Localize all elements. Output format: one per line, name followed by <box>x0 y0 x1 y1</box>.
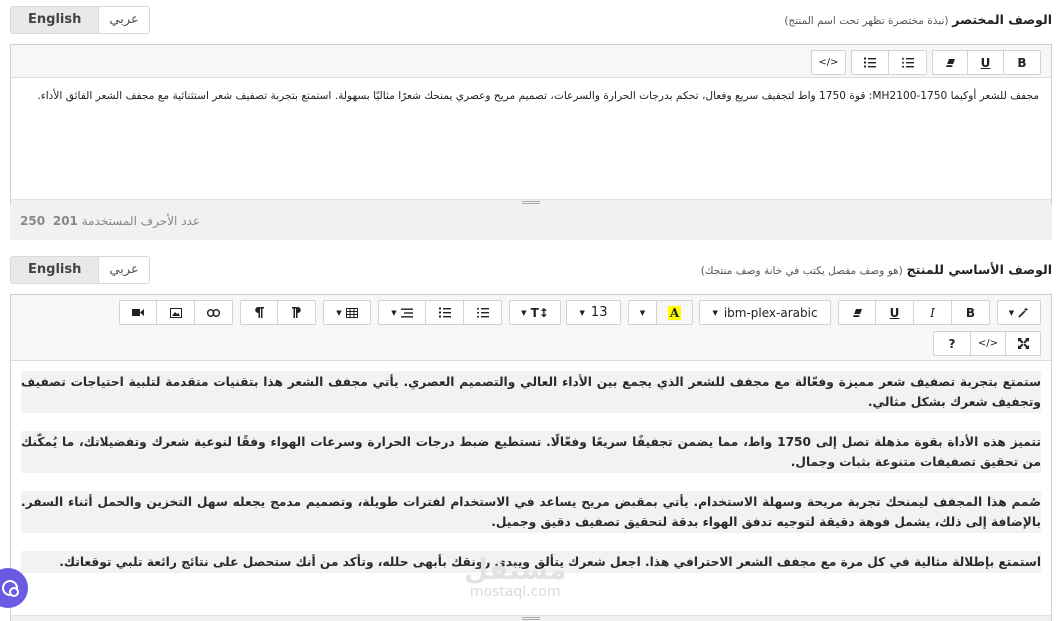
help-icon: ? <box>948 336 956 351</box>
floating-chat-button[interactable] <box>0 568 28 608</box>
magic-style-dropdown[interactable]: ▼ <box>997 300 1041 325</box>
align-icon <box>400 308 413 317</box>
insert-image-button[interactable] <box>157 300 195 325</box>
field-hint: (هو وصف مفصل يكتب في خانة وصف منتجك) <box>700 265 903 277</box>
grip-icon <box>522 617 540 620</box>
lang-arabic-tab[interactable]: عربي <box>99 257 148 283</box>
field-hint: (نبذة مختصرة تظهر تحت اسم المنتج) <box>784 15 949 27</box>
paragraph: ستمتع بتجربة تصفيف شعر مميزة وفعّالة مع … <box>21 371 1041 413</box>
table-icon <box>345 307 358 318</box>
font-color-icon: A <box>667 305 682 320</box>
character-counter: عدد الأحرف المستخدمة 201 250 <box>10 204 1052 240</box>
underline-button[interactable]: U <box>968 50 1004 75</box>
unordered-list-button[interactable] <box>889 50 927 75</box>
underline-icon: U <box>980 55 991 70</box>
short-description-editor: </> U B مجفف للشعر أوكيما 1750-MH2100: ق… <box>10 44 1052 206</box>
bold-icon: B <box>1017 55 1027 70</box>
watermark-logo: مستقل <box>464 553 567 586</box>
italic-button[interactable]: I <box>914 300 952 325</box>
unordered-list-button[interactable] <box>464 300 502 325</box>
paragraph: تتميز هذه الأداة بقوة مذهلة تصل إلى 1750… <box>21 431 1041 473</box>
font-size-value: 13 <box>590 305 608 320</box>
ordered-list-button[interactable] <box>851 50 889 75</box>
clear-format-button[interactable] <box>838 300 876 325</box>
short-description-section: English عربي الوصف المختصر (نبذة مختصرة … <box>10 6 1052 246</box>
field-title: الوصف الأساسي للمنتج <box>906 262 1052 277</box>
resize-handle[interactable] <box>11 615 1051 621</box>
fullscreen-icon <box>1017 338 1029 349</box>
paragraph-ltr-icon <box>255 307 264 318</box>
field-label: الوصف الأساسي للمنتج (هو وصف مفصل يكتب ف… <box>701 262 1052 277</box>
fullscreen-button[interactable] <box>1006 331 1041 356</box>
lang-english-tab[interactable]: English <box>11 257 100 283</box>
link-icon <box>207 308 220 317</box>
caret-down-icon: ▼ <box>712 308 718 317</box>
font-family-value: ibm-plex-arabic <box>723 305 818 320</box>
underline-icon: U <box>889 305 900 320</box>
text-direction-ltr-button[interactable] <box>240 300 278 325</box>
field-label: الوصف المختصر (نبذة مختصرة تظهر تحت اسم … <box>784 12 1052 27</box>
table-dropdown[interactable]: ▼ <box>323 300 371 325</box>
editor-text: مجفف للشعر أوكيما 1750-MH2100: قوة 1750 … <box>37 90 1039 102</box>
caret-down-icon: ▼ <box>1008 308 1015 317</box>
help-button[interactable]: ? <box>933 331 971 356</box>
font-color-button[interactable]: A <box>657 300 693 325</box>
editor-toolbar: ▼ ▼ ▼ T↕ ▼ 13 ▼ A ▼ ibm-plex-arabic U I … <box>11 295 1051 361</box>
text-height-icon: T↕ <box>530 305 549 320</box>
counter-label: عدد الأحرف المستخدمة 201 <box>53 214 200 228</box>
main-description-header: English عربي الوصف الأساسي للمنتج (هو وص… <box>10 256 1052 284</box>
counter-text: عدد الأحرف المستخدمة <box>81 214 200 228</box>
field-title: الوصف المختصر <box>952 12 1052 27</box>
ordered-list-icon <box>864 57 876 68</box>
language-switch: English عربي <box>10 6 150 34</box>
caret-down-icon: ▼ <box>579 308 585 317</box>
font-family-dropdown[interactable]: ▼ ibm-plex-arabic <box>699 300 831 325</box>
eraser-icon <box>852 308 862 317</box>
font-size-dropdown[interactable]: ▼ 13 <box>566 300 621 325</box>
color-dropdown[interactable]: ▼ <box>628 300 657 325</box>
ordered-list-icon <box>438 307 451 318</box>
ordered-list-button[interactable] <box>426 300 464 325</box>
insert-link-button[interactable] <box>195 300 233 325</box>
paragraph-rtl-icon <box>291 307 301 318</box>
bold-button[interactable]: B <box>1004 50 1041 75</box>
video-icon <box>132 309 144 316</box>
lang-arabic-tab[interactable]: عربي <box>99 7 148 33</box>
italic-icon: I <box>930 305 935 320</box>
text-direction-rtl-button[interactable] <box>278 300 316 325</box>
unordered-list-icon <box>901 57 914 68</box>
short-description-header: English عربي الوصف المختصر (نبذة مختصرة … <box>10 6 1052 34</box>
counter-used: 201 <box>52 214 78 228</box>
code-view-button[interactable]: </> <box>811 50 846 75</box>
code-view-button[interactable]: </> <box>971 331 1006 356</box>
editor-toolbar: </> U B <box>11 45 1051 78</box>
language-switch: English عربي <box>10 256 150 284</box>
lang-english-tab[interactable]: English <box>11 7 100 33</box>
clear-format-button[interactable] <box>932 50 968 75</box>
short-description-text[interactable]: مجفف للشعر أوكيما 1750-MH2100: قوة 1750 … <box>11 78 1051 199</box>
bold-button[interactable]: B <box>952 300 990 325</box>
caret-down-icon: ▼ <box>639 308 646 317</box>
text-height-dropdown[interactable]: ▼ T↕ <box>509 300 561 325</box>
watermark-url: mostaql.com <box>469 584 561 600</box>
counter-max: 250 <box>20 214 46 228</box>
align-dropdown[interactable]: ▼ <box>378 300 426 325</box>
underline-button[interactable]: U <box>876 300 914 325</box>
caret-down-icon: ▼ <box>521 308 527 317</box>
image-icon <box>169 307 182 318</box>
caret-down-icon: ▼ <box>336 308 342 317</box>
unordered-list-icon <box>476 307 489 318</box>
insert-video-button[interactable] <box>119 300 157 325</box>
chat-icon <box>2 580 19 597</box>
bold-icon: B <box>965 305 976 320</box>
paragraph: صُمم هذا المجفف ليمنحك تجربة مريحة وسهلة… <box>21 491 1041 533</box>
magic-wand-icon <box>1018 307 1029 318</box>
caret-down-icon: ▼ <box>391 308 397 317</box>
eraser-icon <box>945 58 955 67</box>
watermark: مستقل mostaql.com <box>464 553 567 601</box>
